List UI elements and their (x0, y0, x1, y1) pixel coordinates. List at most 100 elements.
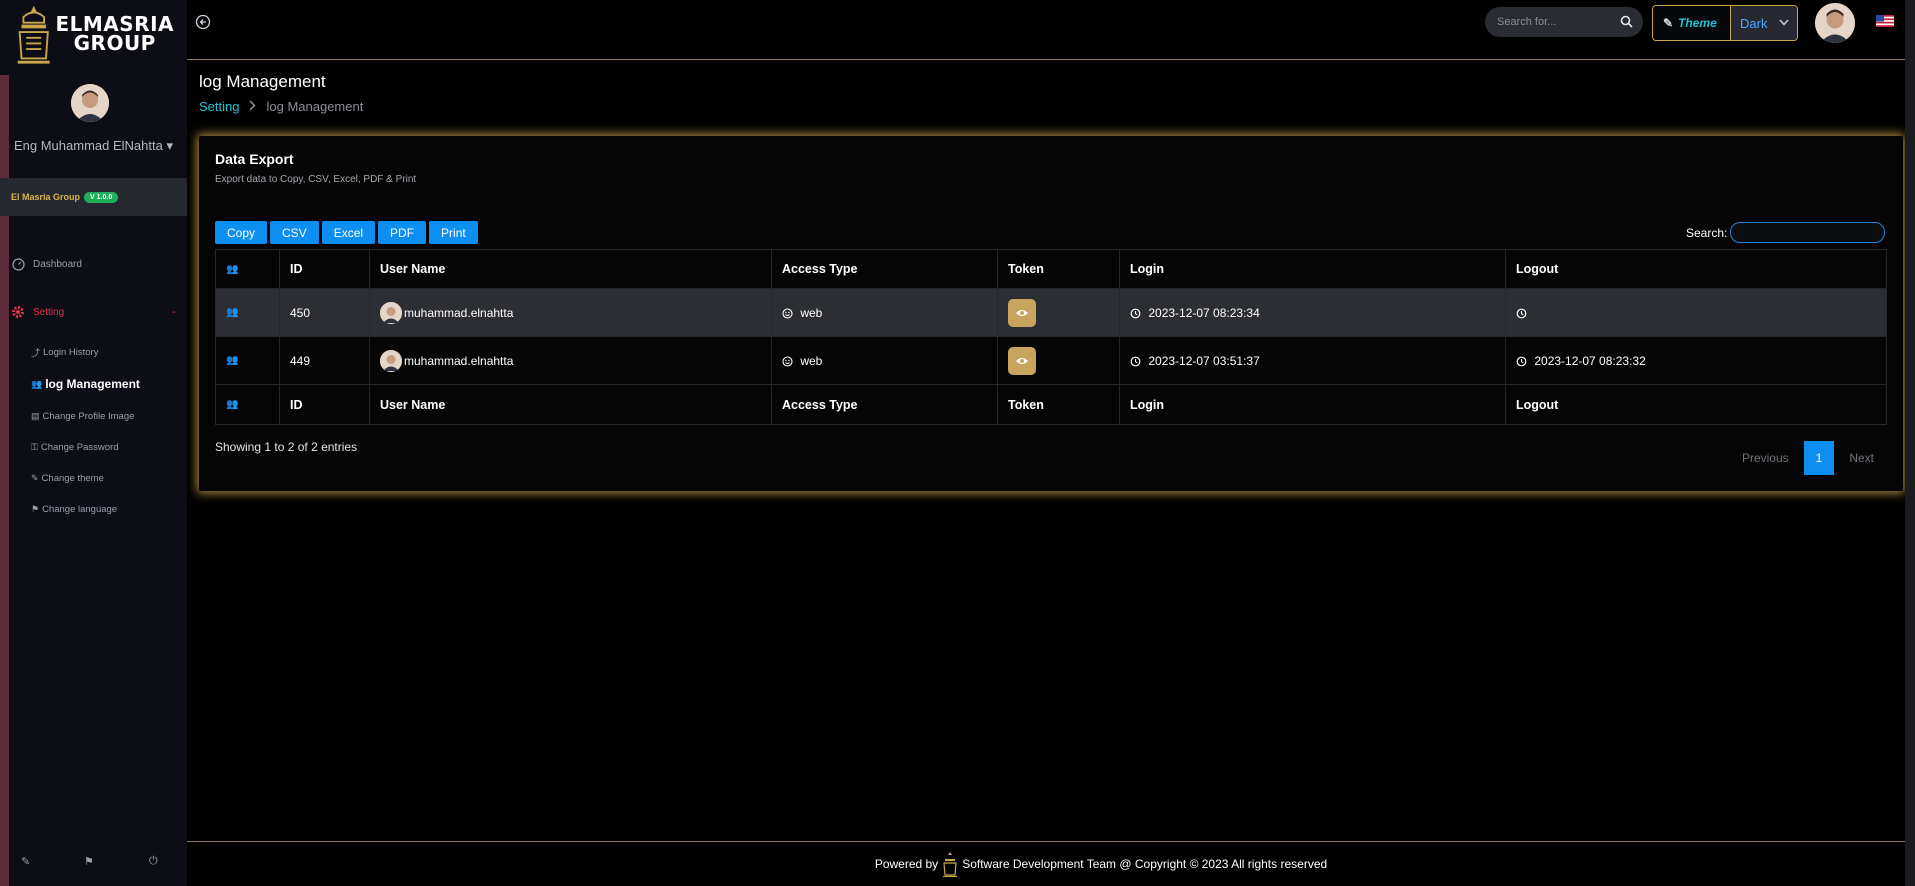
avatar-face-icon (1815, 3, 1855, 43)
pagination-page-1[interactable]: 1 (1803, 441, 1835, 475)
breadcrumb: Setting log Management (199, 99, 363, 114)
sidebar-avatar[interactable] (71, 84, 109, 122)
cell-token (997, 336, 1120, 385)
sidebar-subitem-label: Change language (42, 504, 118, 515)
top-bar: ✎ Theme Dark (187, 0, 1915, 60)
cell-login-text: 2023-12-07 03:51:37 (1148, 353, 1260, 368)
sidebar-item-setting[interactable]: Setting (11, 305, 64, 319)
cell-logout: 2023-12-07 08:23:32 (1505, 336, 1887, 385)
chevron-down-icon (1779, 18, 1789, 29)
dashboard-icon (11, 257, 25, 271)
cell-access: web (771, 288, 998, 337)
login-icon: ⤴ (31, 348, 41, 358)
users-icon: 👥 (31, 378, 43, 389)
sidebar-subitem-log-management[interactable]: 👥 log Management (31, 377, 140, 391)
global-search-input[interactable] (1497, 16, 1617, 28)
theme-select[interactable]: Dark (1730, 6, 1797, 40)
sidebar-subitem-label: Change Profile Image (42, 411, 135, 422)
breadcrumb-current: log Management (266, 99, 364, 114)
palette-icon: ✎ (1663, 16, 1674, 30)
sidebar-subitem-change-password[interactable]: ⚿ Change Password (31, 442, 119, 453)
eye-icon (1016, 309, 1028, 316)
table-search: Search: (1686, 222, 1886, 243)
power-icon[interactable]: ⏻ (149, 855, 158, 868)
cell-id: 449 (279, 336, 370, 385)
sidebar-item-label: Setting (33, 306, 65, 318)
palette-icon[interactable]: ✎ (21, 855, 30, 868)
version-badge: V 1.0.0 (84, 191, 119, 203)
column-header-token[interactable]: Token (997, 249, 1120, 289)
avatar (380, 301, 402, 324)
header-avatar[interactable] (1815, 3, 1855, 43)
card-subtitle: Export data to Copy, CSV, Excel, PDF & P… (215, 174, 417, 185)
sidebar-item-dashboard[interactable]: Dashboard (11, 257, 82, 271)
sidebar-subitem-label: Change theme (41, 473, 104, 484)
history-icon (1516, 308, 1527, 319)
brand-line-2: GROUP (73, 31, 156, 55)
column-header-access-type[interactable]: Access Type (771, 249, 998, 289)
pagination: Previous 1 Next (1727, 441, 1889, 475)
view-token-button[interactable] (1008, 346, 1036, 375)
sidebar-user-name[interactable]: Eng Muhammad ElNahtta ▾ (0, 138, 187, 154)
history-icon (1516, 356, 1527, 367)
pdf-button[interactable]: PDF (378, 221, 427, 244)
pagination-next[interactable]: Next (1834, 441, 1889, 475)
app-root: ELMASRIA GROUP Eng Muhammad ElNahtta ▾ E… (0, 0, 1915, 886)
data-export-card: Data Export Export data to Copy, CSV, Ex… (199, 136, 1903, 491)
language-icon[interactable]: ⚑ (84, 855, 94, 868)
breadcrumb-parent-link[interactable]: Setting (199, 99, 239, 114)
table-row[interactable]: 👥 450 muhammad.elnahtta web 2023-12-07 0… (215, 288, 1887, 337)
column-footer-logout: Logout (1505, 384, 1887, 425)
column-footer-id: ID (279, 384, 370, 425)
table-header-row: 👥 ID User Name Access Type Token Login L… (215, 249, 1887, 289)
csv-button[interactable]: CSV (270, 221, 319, 244)
column-header-user-name[interactable]: User Name (369, 249, 772, 289)
history-icon (1130, 356, 1141, 367)
brand-emblem-icon (17, 5, 50, 64)
card-title: Data Export (215, 151, 294, 167)
sidebar-subitem-label: Change Password (40, 442, 119, 453)
table-info: Showing 1 to 2 of 2 entries (215, 440, 358, 454)
theme-label-text: Theme (1678, 16, 1717, 30)
users-icon: 👥 (215, 384, 280, 425)
scrollbar[interactable] (1905, 0, 1915, 886)
users-icon[interactable]: 👥 (215, 249, 280, 289)
table-row[interactable]: 👥 449 muhammad.elnahtta web 2023-12-07 0… (215, 336, 1887, 385)
theme-switcher: ✎ Theme Dark (1652, 5, 1798, 41)
search-icon[interactable] (1620, 15, 1633, 28)
user-key-icon: ⚿ (31, 442, 38, 452)
copy-button[interactable]: Copy (215, 221, 268, 244)
sidebar-subitem-change-theme[interactable]: ✎ Change theme (31, 473, 104, 484)
globe-icon (782, 308, 793, 319)
cell-access-text: web (800, 305, 823, 320)
column-header-login[interactable]: Login (1119, 249, 1506, 289)
sidebar-subitem-login-history[interactable]: ⤴ Login History (31, 346, 98, 359)
cell-logout-text: 2023-12-07 08:23:32 (1534, 353, 1646, 368)
column-footer-access-type: Access Type (771, 384, 998, 425)
sidebar-subitem-change-profile-image[interactable]: ▤ Change Profile Image (31, 411, 134, 422)
sidebar: ELMASRIA GROUP Eng Muhammad ElNahtta ▾ E… (0, 0, 187, 886)
column-footer-user-name: User Name (369, 384, 772, 425)
cell-user-name: muhammad.elnahtta (404, 305, 514, 320)
theme-label: ✎ Theme (1653, 6, 1730, 40)
chevron-right-icon (249, 99, 256, 114)
footer-powered-by: Powered by (874, 857, 939, 871)
excel-button[interactable]: Excel (321, 221, 376, 244)
pagination-previous[interactable]: Previous (1727, 441, 1804, 475)
view-token-button[interactable] (1008, 298, 1036, 327)
table-footer-row: 👥 ID User Name Access Type Token Login L… (215, 384, 1887, 425)
collapse-sidebar-icon[interactable] (195, 14, 211, 30)
print-button[interactable]: Print (429, 221, 478, 244)
log-table: 👥 ID User Name Access Type Token Login L… (215, 249, 1887, 425)
brand-logo[interactable]: ELMASRIA GROUP (14, 2, 174, 66)
table-search-label: Search: (1686, 225, 1728, 240)
collapse-icon[interactable]: - (172, 306, 176, 318)
column-header-id[interactable]: ID (279, 249, 370, 289)
page-title: log Management (199, 72, 326, 91)
brand-name: ELMASRIA GROUP (55, 14, 174, 55)
cell-login: 2023-12-07 03:51:37 (1119, 336, 1506, 385)
column-header-logout[interactable]: Logout (1505, 249, 1887, 289)
table-search-input[interactable] (1730, 222, 1886, 243)
us-flag-icon[interactable] (1876, 15, 1894, 27)
sidebar-subitem-change-language[interactable]: ⚑ Change language (31, 504, 117, 515)
